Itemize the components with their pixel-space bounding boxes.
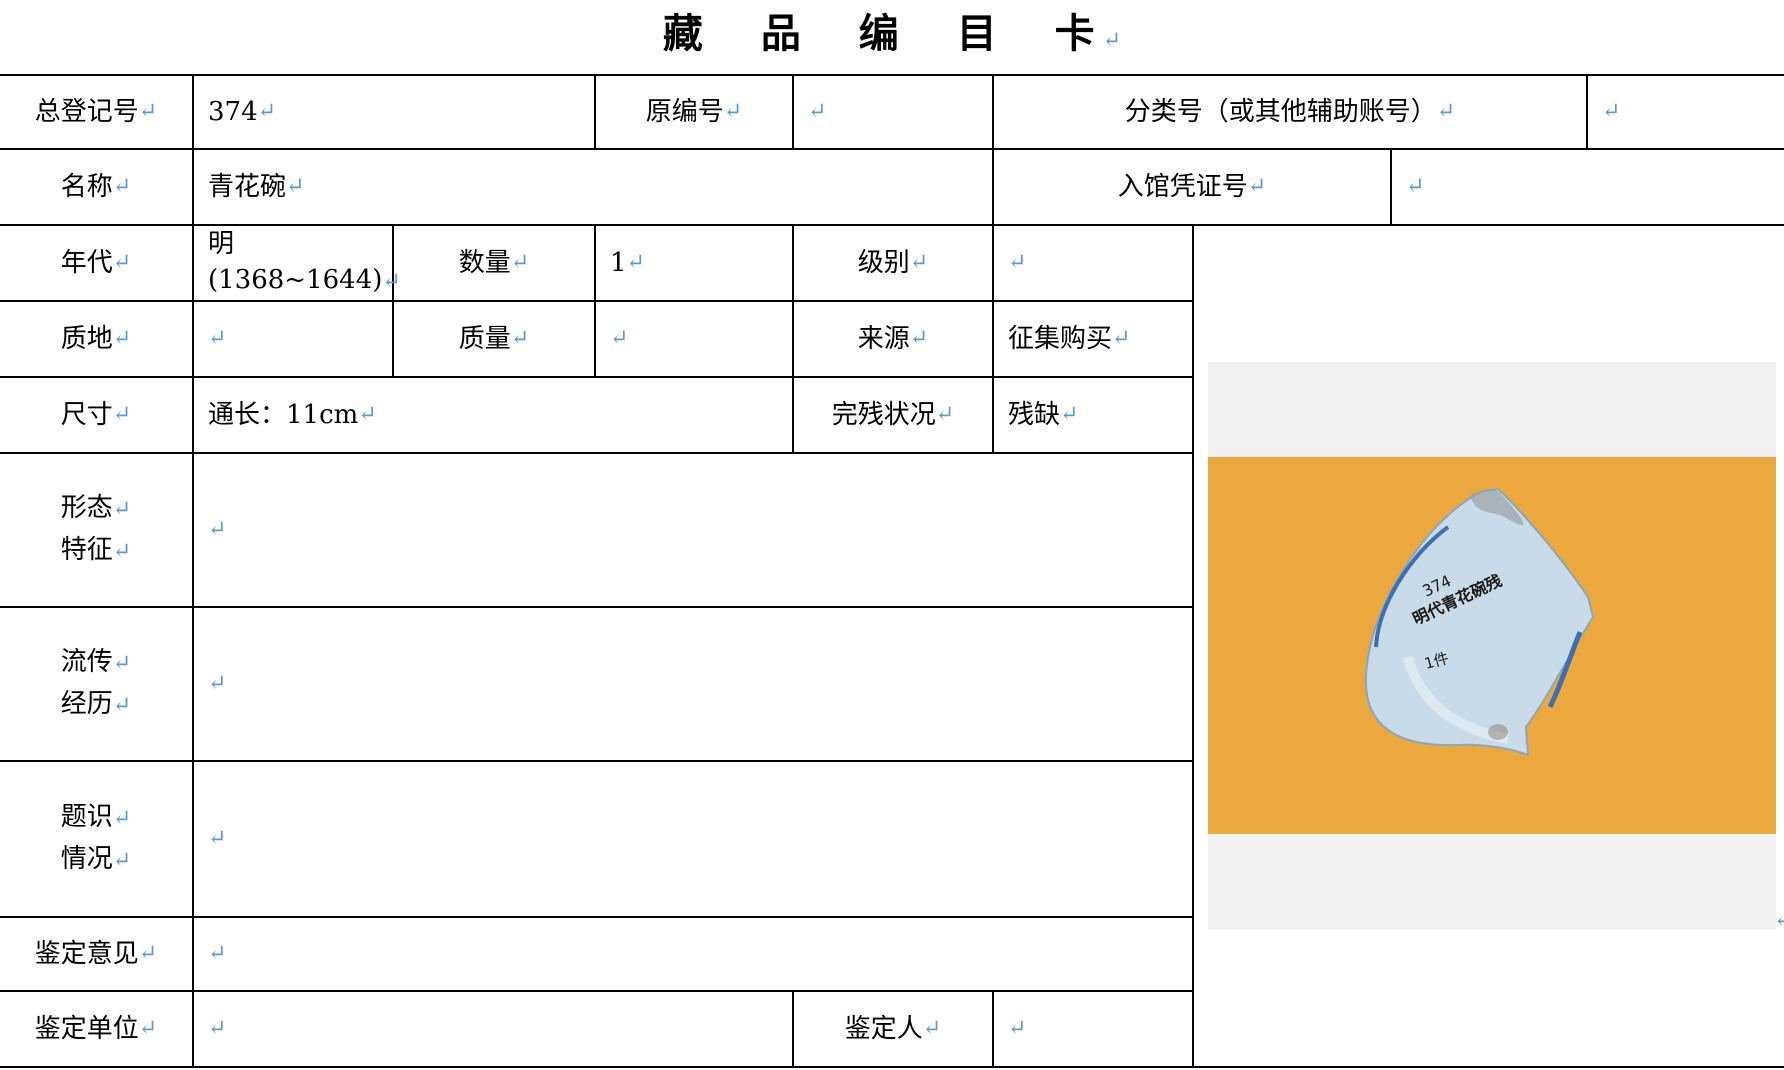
value-grade: ↵ (1008, 250, 1027, 275)
value-name: 青花碗 ↵ (208, 172, 305, 202)
label-quantity: 数量 ↵ (458, 248, 530, 278)
value-form-features: ↵ (208, 517, 227, 542)
value-mass: ↵ (610, 326, 629, 351)
label-material: 质地 ↵ (60, 324, 132, 354)
artifact-photo-frame: 374 明代青花碗残 1件 (1208, 362, 1776, 930)
value-provenance: ↵ (208, 671, 227, 696)
photo-return-mark: ↵ (1774, 908, 1784, 933)
value-dimensions: 通长：11cm ↵ (208, 400, 377, 430)
label-classification-no: 分类号（或其他辅助账号） ↵ (1124, 97, 1456, 127)
label-appraisal-opinion: 鉴定意见 ↵ (34, 939, 158, 969)
value-entry-voucher-no: ↵ (1406, 174, 1425, 199)
label-grade: 级别 ↵ (857, 248, 929, 278)
value-inscription: ↵ (208, 826, 227, 851)
label-appraisal-unit: 鉴定单位 ↵ (34, 1014, 158, 1044)
label-entry-voucher-no: 入馆凭证号 ↵ (1117, 172, 1267, 202)
value-total-reg-no: 374 ↵ (208, 97, 277, 127)
value-condition: 残缺 ↵ (1008, 400, 1079, 430)
label-era: 年代 ↵ (60, 248, 132, 278)
value-era: 明 (1368~1644)↵ (208, 229, 401, 295)
porcelain-shard-illustration: 374 明代青花碗残 1件 (1208, 457, 1776, 834)
label-name: 名称 ↵ (60, 172, 132, 202)
label-source: 来源 ↵ (857, 324, 929, 354)
label-mass: 质量 ↵ (458, 324, 530, 354)
value-source: 征集购买 ↵ (1008, 324, 1131, 354)
label-condition: 完残状况 ↵ (831, 400, 955, 430)
label-dimensions: 尺寸 ↵ (60, 400, 132, 430)
artifact-photo: 374 明代青花碗残 1件 (1208, 457, 1776, 834)
value-appraiser: ↵ (1008, 1016, 1027, 1041)
label-form-features: 形态↵ 特征↵ (60, 493, 132, 565)
value-appraisal-unit: ↵ (208, 1016, 227, 1041)
card-title: 藏 品 编 目 卡↵ (662, 10, 1122, 57)
label-provenance: 流传↵ 经历↵ (60, 647, 132, 719)
label-inscription: 题识↵ 情况↵ (60, 802, 132, 874)
value-appraisal-opinion: ↵ (208, 941, 227, 966)
value-original-no: ↵ (808, 99, 827, 124)
label-original-no: 原编号 ↵ (645, 97, 743, 127)
label-total-reg-no: 总登记号 ↵ (34, 97, 158, 127)
label-appraiser: 鉴定人 ↵ (844, 1014, 942, 1044)
value-material: ↵ (208, 326, 227, 351)
value-quantity: 1 ↵ (610, 248, 645, 278)
value-classification-no: ↵ (1602, 99, 1621, 124)
